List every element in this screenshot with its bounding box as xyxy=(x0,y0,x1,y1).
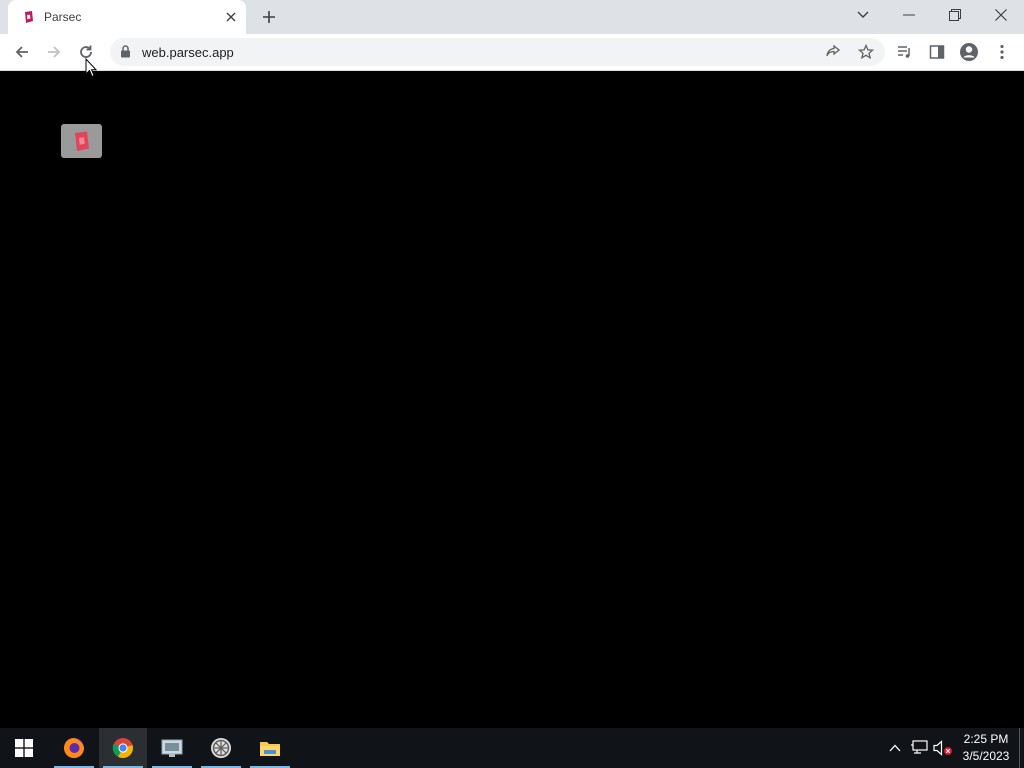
side-panel-button[interactable] xyxy=(923,38,951,66)
clock-time: 2:25 PM xyxy=(963,732,1009,746)
mouse-cursor-icon xyxy=(85,57,98,83)
tab-close-icon[interactable] xyxy=(222,8,240,26)
restore-icon xyxy=(949,9,961,21)
taskbar-network-app[interactable] xyxy=(148,728,196,768)
taskbar-chrome[interactable] xyxy=(99,728,147,768)
close-icon xyxy=(995,9,1007,21)
window-close-button[interactable] xyxy=(978,0,1024,30)
start-button[interactable] xyxy=(0,728,48,768)
menu-icon xyxy=(1000,44,1004,60)
page-viewport xyxy=(0,71,1024,728)
volume-muted-icon xyxy=(933,740,952,756)
menu-button[interactable] xyxy=(988,38,1016,66)
media-control-button[interactable] xyxy=(891,38,919,66)
profile-button[interactable] xyxy=(955,38,983,66)
clock-date: 3/5/2023 xyxy=(962,749,1010,763)
show-desktop-button[interactable] xyxy=(1019,728,1020,768)
chevron-down-icon xyxy=(857,11,869,18)
wheel-app-icon xyxy=(211,738,231,758)
start-icon xyxy=(15,739,33,757)
taskbar-firefox[interactable] xyxy=(50,728,98,768)
network-tray-button[interactable] xyxy=(907,728,931,768)
parsec-loading-logo xyxy=(61,124,102,158)
forward-button[interactable] xyxy=(40,38,68,66)
minimize-icon xyxy=(903,14,915,16)
profile-icon xyxy=(960,43,978,61)
taskbar-file-explorer[interactable] xyxy=(246,728,294,768)
media-control-icon xyxy=(898,46,910,58)
chrome-icon xyxy=(112,738,133,759)
parsec-logo-icon xyxy=(22,10,36,24)
browser-toolbar: web.parsec.app xyxy=(0,34,1024,71)
tab-title: Parsec xyxy=(44,10,82,24)
tab-search-button[interactable] xyxy=(840,0,886,30)
bookmark-star-icon[interactable] xyxy=(856,42,876,62)
network-app-icon xyxy=(161,739,183,757)
tab-parsec[interactable]: Parsec xyxy=(8,0,246,34)
lock-icon[interactable] xyxy=(120,45,131,63)
side-panel-icon xyxy=(929,45,945,59)
show-hidden-icons-button[interactable] xyxy=(884,728,906,768)
firefox-icon xyxy=(64,738,84,758)
tab-strip: Parsec xyxy=(0,0,1024,34)
minimize-button[interactable] xyxy=(886,0,932,30)
volume-tray-button[interactable] xyxy=(931,728,955,768)
address-bar[interactable]: web.parsec.app xyxy=(110,38,885,66)
chevron-up-icon xyxy=(889,744,901,752)
back-icon xyxy=(15,46,28,58)
restore-button[interactable] xyxy=(932,0,978,30)
file-explorer-icon xyxy=(260,742,280,756)
back-button[interactable] xyxy=(8,38,36,66)
taskbar-wheel-app[interactable] xyxy=(197,728,245,768)
new-tab-button[interactable] xyxy=(258,6,280,28)
network-icon xyxy=(911,740,928,754)
parsec-logo-icon xyxy=(74,131,89,151)
share-icon[interactable] xyxy=(823,42,843,62)
plus-icon xyxy=(263,11,275,23)
taskbar: 2:25 PM 3/5/2023 xyxy=(0,728,1024,768)
url-text[interactable]: web.parsec.app xyxy=(142,45,234,60)
system-clock[interactable]: 2:25 PM 3/5/2023 xyxy=(958,731,1014,765)
forward-icon xyxy=(48,46,61,58)
